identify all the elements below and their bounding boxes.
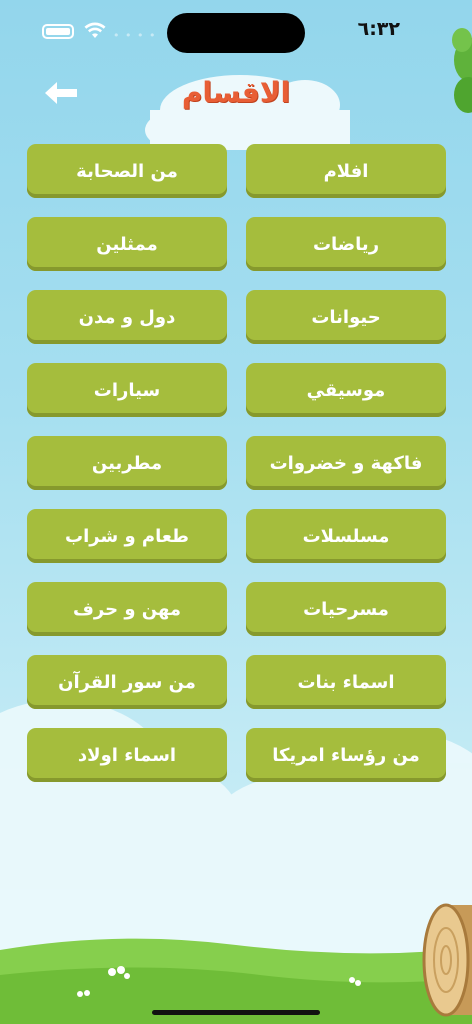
page-title: الاقسام xyxy=(181,76,291,109)
category-button[interactable]: اسماء اولاد xyxy=(27,728,227,782)
category-button[interactable]: مطربين xyxy=(27,436,227,490)
categories-grid: افلام من الصحابة رياضات ممثلين حيوانات د… xyxy=(27,144,446,782)
category-button[interactable]: من سور القرآن xyxy=(27,655,227,709)
category-button[interactable]: ممثلين xyxy=(27,217,227,271)
category-button[interactable]: موسيقي xyxy=(246,363,446,417)
signal-dots-icon: • • • • xyxy=(113,29,157,42)
category-button[interactable]: من رؤساء امريكا xyxy=(246,728,446,782)
battery-icon xyxy=(42,24,74,39)
category-button[interactable]: طعام و شراب xyxy=(27,509,227,563)
category-button[interactable]: من الصحابة xyxy=(27,144,227,198)
dynamic-island xyxy=(167,13,305,53)
wifi-icon xyxy=(84,22,106,38)
status-bar: • • • • ٦:٣٢ xyxy=(0,0,472,60)
home-indicator[interactable] xyxy=(152,1010,320,1015)
category-button[interactable]: فاكهة و خضروات xyxy=(246,436,446,490)
category-button[interactable]: سيارات xyxy=(27,363,227,417)
category-button[interactable]: حيوانات xyxy=(246,290,446,344)
category-button[interactable]: اسماء بنات xyxy=(246,655,446,709)
category-button[interactable]: رياضات xyxy=(246,217,446,271)
category-button[interactable]: مسلسلات xyxy=(246,509,446,563)
category-button[interactable]: دول و مدن xyxy=(27,290,227,344)
log-decoration xyxy=(422,903,472,1017)
category-button[interactable]: مسرحيات xyxy=(246,582,446,636)
status-time: ٦:٣٢ xyxy=(357,18,400,40)
category-button[interactable]: افلام xyxy=(246,144,446,198)
category-button[interactable]: مهن و حرف xyxy=(27,582,227,636)
